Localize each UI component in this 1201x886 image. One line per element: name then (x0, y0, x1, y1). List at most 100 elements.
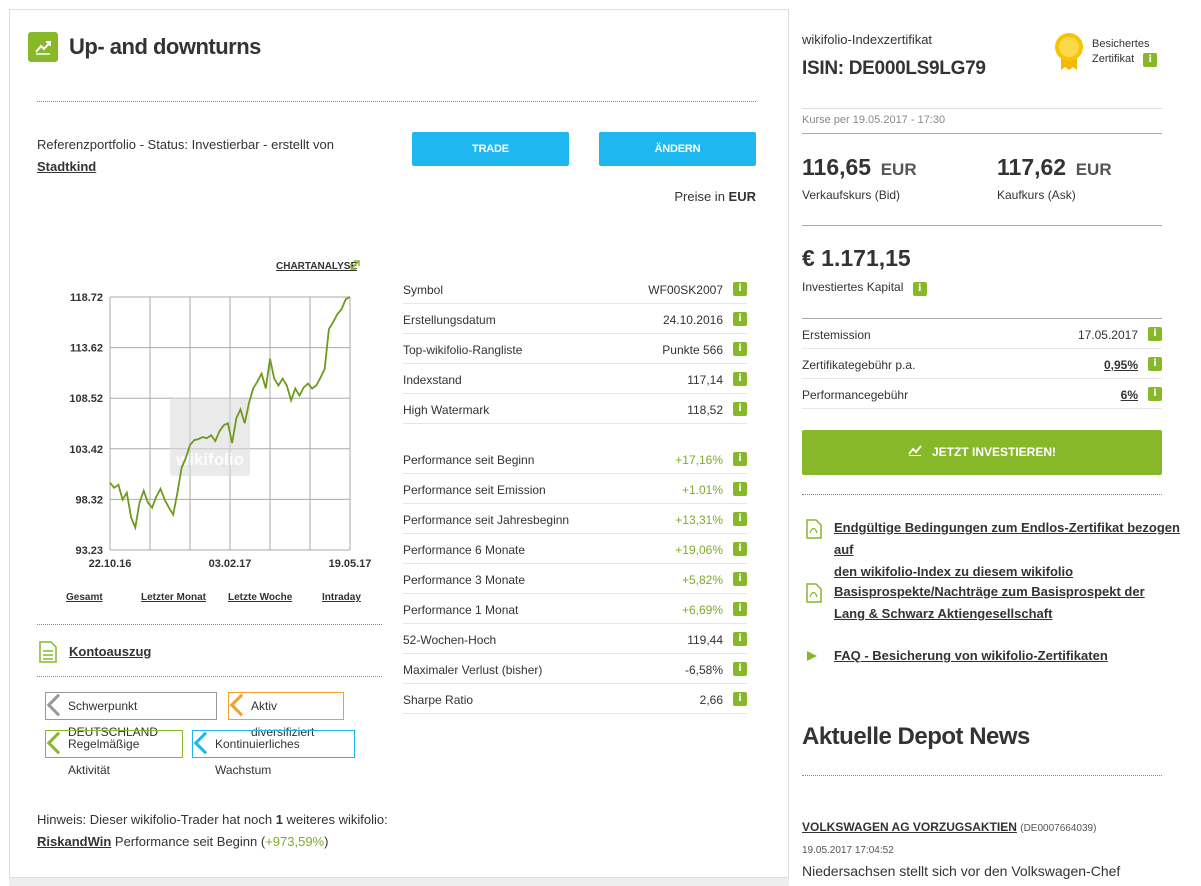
performance-chart[interactable]: wikifolio 118.72113.62108.52103.4298.329… (40, 285, 380, 585)
hint-perf-value: +973,59% (265, 834, 325, 849)
info-icon[interactable]: i (1148, 387, 1162, 401)
info-icon[interactable]: i (912, 282, 927, 296)
row-label: Top-wikifolio-Rangliste (403, 343, 523, 357)
table-row: Erstellungsdatum 24.10.2016 i (403, 304, 747, 334)
x-tick-label: 22.10.16 (89, 558, 132, 570)
info-icon[interactable]: i (733, 312, 747, 326)
doc-line-1: Endgültige Bedingungen zum Endlos-Zertif… (834, 520, 1180, 557)
row-label: Performance 1 Monat (403, 603, 519, 617)
tag-regelmaessige-aktivitaet[interactable]: Regelmäßige Aktivität (45, 730, 183, 777)
riskandwin-link[interactable]: RiskandWin (37, 834, 111, 849)
doc-line-2: Lang & Schwarz Aktiengesellschaft (834, 606, 1053, 621)
fee-row: Erstemission 17.05.2017 i (802, 319, 1162, 349)
divider (37, 101, 756, 102)
info-icon[interactable]: i (733, 572, 747, 586)
tag-schwerpunkt[interactable]: Schwerpunkt DEUTSCHLAND (45, 692, 217, 739)
divider (802, 225, 1162, 226)
card-bottom-strip (9, 877, 789, 886)
tag-aktiv-diversifiziert[interactable]: Aktiv diversifiziert (228, 692, 344, 739)
news-company-link[interactable]: VOLKSWAGEN AG VORZUGSAKTIEN (802, 820, 1017, 834)
secured-certificate-badge: Besichertes Zertifikat i (1092, 37, 1158, 67)
tab-intraday[interactable]: Intraday (322, 592, 361, 603)
table-row: Performance seit Emission +1.01% i (403, 474, 747, 504)
info-icon[interactable]: i (1148, 327, 1162, 341)
info-icon[interactable]: i (733, 452, 747, 466)
badge-line-1: Besichertes (1092, 38, 1150, 50)
info-icon[interactable]: i (733, 692, 747, 706)
divider (37, 676, 382, 677)
invest-button[interactable]: JETZT INVESTIEREN! (802, 430, 1162, 475)
row-value[interactable]: 6% (1121, 388, 1138, 402)
chart-range-tabs: Gesamt Letzter Monat Letzte Woche Intrad… (37, 592, 382, 606)
table-row: Performance seit Beginn +17,16% i (403, 444, 747, 474)
info-icon[interactable]: i (733, 632, 747, 646)
tab-letzte-woche[interactable]: Letzte Woche (228, 592, 292, 603)
row-label: Performance seit Jahresbeginn (403, 513, 570, 527)
row-value[interactable]: 0,95% (1104, 358, 1138, 372)
invested-capital: Investiertes Kapital i (802, 280, 927, 296)
base-prospectus-link[interactable]: Basisprospekte/Nachträge zum Basisprospe… (834, 581, 1145, 625)
y-tick-label: 108.52 (69, 393, 103, 405)
final-terms-link[interactable]: Endgültige Bedingungen zum Endlos-Zertif… (834, 517, 1192, 583)
info-icon[interactable]: i (733, 372, 747, 386)
table-row: Symbol WF00SK2007 i (403, 274, 747, 304)
info-icon[interactable]: i (733, 602, 747, 616)
bid-price: 116,65 EUR (802, 154, 917, 181)
row-label: Zertifikategebühr p.a. (802, 358, 916, 372)
invest-label: JETZT INVESTIEREN! (931, 445, 1056, 459)
info-icon[interactable]: i (1148, 357, 1162, 371)
edit-button[interactable]: ÄNDERN (599, 132, 756, 166)
divider (802, 775, 1162, 776)
info-icon[interactable]: i (733, 512, 747, 526)
row-label: Performance 3 Monate (403, 573, 526, 587)
table-row: High Watermark 118,52 i (403, 394, 747, 424)
tab-gesamt[interactable]: Gesamt (66, 592, 103, 603)
row-value: WF00SK2007 (648, 283, 723, 297)
info-icon[interactable]: i (733, 482, 747, 496)
info-icon[interactable]: i (733, 342, 747, 356)
news-title: Aktuelle Depot News (802, 723, 1030, 750)
chartanalyse-link[interactable]: CHARTANALYSE (276, 261, 357, 272)
table-row: Performance 1 Monat +6,69% i (403, 594, 747, 624)
trend-icon (908, 430, 922, 475)
news-headline[interactable]: Niedersachsen stellt sich vor den Volksw… (802, 863, 1120, 879)
x-axis-labels: 22.10.16 03.02.17 19.05.17 (89, 558, 372, 570)
page-title: Up- and downturns (69, 34, 261, 59)
row-value: +5,82% (681, 573, 723, 587)
ref-status-text: Referenzportfolio - Status: Investierbar… (37, 137, 334, 152)
play-icon (806, 650, 818, 665)
external-link-icon[interactable] (348, 258, 362, 275)
faq-link[interactable]: FAQ - Besicherung von wikifolio-Zertifik… (834, 645, 1108, 667)
table-row: Maximaler Verlust (bisher) -6,58% i (403, 654, 747, 684)
y-tick-label: 93.23 (75, 545, 103, 557)
table-row: Indexstand 117,14 i (403, 364, 747, 394)
info-icon[interactable]: i (733, 282, 747, 296)
y-tick-label: 98.32 (75, 494, 103, 506)
trade-button[interactable]: TRADE (412, 132, 569, 166)
row-value: 24.10.2016 (662, 313, 723, 327)
tab-letzter-monat[interactable]: Letzter Monat (141, 592, 206, 603)
chevron-icon (229, 693, 253, 717)
hint-text-2: weiteres wikifolio: (286, 812, 388, 827)
tag-kontinuierliches-wachstum[interactable]: Kontinuierliches Wachstum (192, 730, 355, 777)
info-icon[interactable]: i (733, 662, 747, 676)
kontoauszug-link[interactable]: Kontoauszug (69, 644, 151, 659)
row-label: Performance seit Emission (403, 483, 546, 497)
row-value: +6,69% (681, 603, 723, 617)
table-row: Performance 3 Monate +5,82% i (403, 564, 747, 594)
table-row: Performance 6 Monate +19,06% i (403, 534, 747, 564)
row-label: Indexstand (403, 373, 462, 387)
info-icon[interactable]: i (733, 402, 747, 416)
info-icon[interactable]: i (733, 542, 747, 556)
info-icon[interactable]: i (1143, 53, 1158, 67)
invested-capital-value: € 1.171,15 (802, 245, 911, 271)
row-label: Maximaler Verlust (bisher) (403, 663, 543, 677)
x-tick-label: 03.02.17 (209, 558, 252, 570)
divider (802, 108, 1162, 109)
row-value: +13,31% (675, 513, 723, 527)
referenzportfolio-info: Referenzportfolio - Status: Investierbar… (37, 134, 377, 178)
author-link[interactable]: Stadtkind (37, 159, 96, 174)
news-date: 19.05.2017 17:04:52 (802, 845, 894, 856)
row-value: +19,06% (675, 543, 723, 557)
hint-close: ) (324, 834, 329, 849)
